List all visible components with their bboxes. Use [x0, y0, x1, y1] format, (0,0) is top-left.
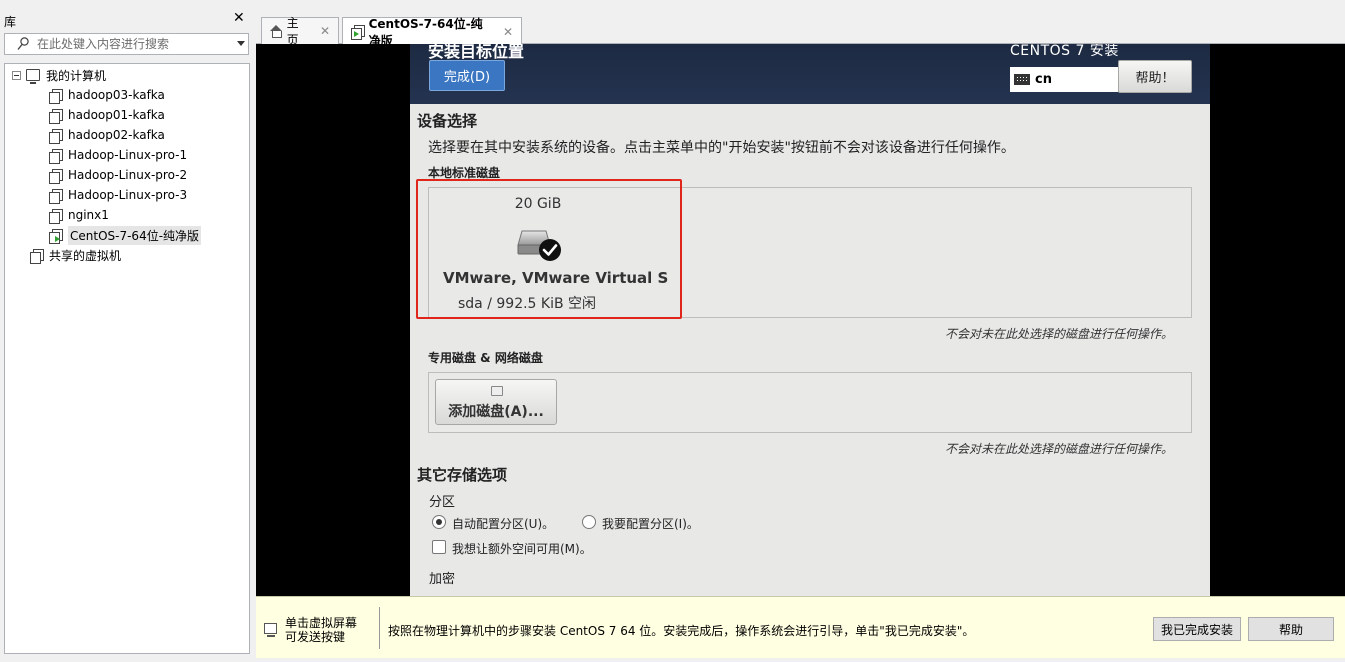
installer-body: 设备选择 选择要在其中安装系统的设备。点击主菜单中的"开始安装"按钮前不会对该设…	[410, 104, 1210, 596]
tree-item-label: Hadoop-Linux-pro-1	[68, 148, 188, 162]
partition-title: 分区	[429, 495, 456, 510]
special-disk-note: 不会对未在此处选择的磁盘进行任何操作。	[945, 442, 1174, 456]
monitor-icon	[264, 623, 277, 637]
disk-size: 20 GiB	[514, 196, 562, 212]
tab-close-icon[interactable]: ✕	[320, 24, 330, 38]
send-keys-hint: 单击虚拟屏幕 可发送按键	[285, 616, 358, 644]
search-dropdown-icon[interactable]	[237, 41, 245, 46]
running-vm-icon	[49, 228, 63, 244]
tree-item-shared-vms[interactable]: 共享的虚拟机	[30, 245, 121, 265]
vm-icon	[351, 25, 365, 40]
keyboard-layout-indicator[interactable]: cn	[1010, 67, 1118, 92]
unselected-disk-note: 不会对未在此处选择的磁盘进行任何操作。	[945, 327, 1174, 341]
disk-name: VMware, VMware Virtual S	[443, 269, 669, 287]
extra-space-label[interactable]: 我想让额外空间可用(M)。	[452, 540, 592, 557]
installer-header: 安装目标位置 完成(D) CENTOS 7 安装 cn 帮助！	[410, 44, 1210, 104]
home-icon	[270, 25, 282, 38]
tab-home[interactable]: 主页 ✕	[261, 16, 339, 47]
tree-item-vm[interactable]: hadoop01-kafka	[49, 105, 165, 125]
product-label: CENTOS 7 安装	[1010, 44, 1119, 59]
install-hint-bar: 单击虚拟屏幕 可发送按键 按照在物理计算机中的步骤安装 CentOS 7 64 …	[256, 596, 1345, 658]
partition-manual-radio[interactable]	[582, 515, 596, 529]
tree-item-vm[interactable]: Hadoop-Linux-pro-1	[49, 145, 187, 165]
library-panel: 库 ✕ 我的计算机 hadoop03-kafka hadoop01-kafka …	[0, 0, 252, 662]
vm-icon	[49, 148, 63, 164]
library-close-icon[interactable]: ✕	[233, 10, 245, 26]
tree-item-label: Hadoop-Linux-pro-3	[68, 188, 188, 202]
partition-auto-radio[interactable]	[432, 515, 446, 529]
status-bar	[0, 658, 1345, 662]
tab-close-icon[interactable]: ✕	[503, 25, 513, 39]
vm-icon	[49, 188, 63, 204]
vm-icon	[49, 208, 63, 224]
keyboard-layout-label: cn	[1035, 72, 1052, 87]
vm-screen[interactable]: 安装目标位置 完成(D) CENTOS 7 安装 cn 帮助！ 设备选择 选择要…	[256, 44, 1345, 596]
disk-icon	[491, 386, 503, 396]
hint-help-button[interactable]: 帮助	[1248, 617, 1334, 641]
shared-vm-icon	[30, 248, 44, 264]
tree-item-my-computer[interactable]: 我的计算机	[12, 65, 106, 85]
encryption-title: 加密	[429, 572, 456, 587]
tree-item-vm[interactable]: Hadoop-Linux-pro-3	[49, 185, 187, 205]
library-tree: 我的计算机 hadoop03-kafka hadoop01-kafka hado…	[4, 63, 250, 654]
tree-item-label: hadoop02-kafka	[68, 128, 165, 142]
tree-item-vm[interactable]: hadoop02-kafka	[49, 125, 165, 145]
search-input[interactable]	[37, 36, 227, 52]
device-description: 选择要在其中安装系统的设备。点击主菜单中的"开始安装"按钮前不会对该设备进行任何…	[428, 140, 1015, 156]
installer-window: 安装目标位置 完成(D) CENTOS 7 安装 cn 帮助！ 设备选择 选择要…	[410, 44, 1210, 596]
computer-icon	[26, 69, 40, 84]
done-button[interactable]: 完成(D)	[429, 60, 505, 91]
hint-divider	[379, 607, 380, 649]
library-title: 库	[4, 15, 17, 29]
tree-item-label: hadoop01-kafka	[68, 108, 165, 122]
vm-icon	[49, 108, 63, 124]
disk-info: sda / 992.5 KiB 空闲	[458, 296, 597, 312]
keyboard-icon	[1014, 74, 1030, 85]
partition-manual-label[interactable]: 我要配置分区(I)。	[602, 515, 699, 532]
library-header: 库 ✕	[0, 10, 252, 32]
tree-item-label: 共享的虚拟机	[49, 248, 122, 263]
special-disks-title: 专用磁盘 & 网络磁盘	[428, 351, 543, 365]
add-disk-button[interactable]: 添加磁盘(A)...	[435, 379, 557, 425]
tree-item-label: hadoop03-kafka	[68, 88, 165, 102]
vm-icon	[49, 128, 63, 144]
partition-auto-label[interactable]: 自动配置分区(U)。	[452, 515, 554, 532]
search-icon	[17, 37, 29, 50]
tree-item-vm[interactable]: hadoop03-kafka	[49, 85, 165, 105]
hint-message: 按照在物理计算机中的步骤安装 CentOS 7 64 位。安装完成后，操作系统会…	[388, 624, 975, 638]
library-search-box[interactable]	[4, 33, 249, 55]
special-disk-area: 添加磁盘(A)...	[428, 372, 1192, 433]
finish-install-button[interactable]: 我已完成安装	[1153, 617, 1241, 641]
tree-item-label: Hadoop-Linux-pro-2	[68, 168, 188, 182]
other-options-title: 其它存储选项	[417, 466, 508, 484]
play-icon	[55, 235, 60, 242]
installer-help-button[interactable]: 帮助！	[1118, 60, 1192, 93]
hard-disk-icon	[517, 230, 561, 261]
add-disk-label: 添加磁盘(A)...	[448, 404, 544, 420]
vm-icon	[49, 88, 63, 104]
extra-space-checkbox[interactable]	[432, 540, 446, 554]
tree-item-label: nginx1	[68, 208, 109, 222]
tab-centos-vm[interactable]: CentOS-7-64位-纯净版 ✕	[342, 17, 522, 48]
play-icon	[354, 31, 359, 37]
tree-item-vm[interactable]: nginx1	[49, 205, 109, 225]
disk-sda-card[interactable]: 20 GiB VMware, VMware Virtual S sda / 99…	[416, 179, 682, 319]
vm-icon	[49, 168, 63, 184]
collapse-icon[interactable]	[12, 70, 21, 80]
tree-item-vm[interactable]: Hadoop-Linux-pro-2	[49, 165, 187, 185]
tab-label: 主页	[286, 16, 299, 47]
tree-item-vm-selected[interactable]: CentOS-7-64位-纯净版	[49, 225, 202, 245]
tree-item-label: 我的计算机	[46, 68, 107, 83]
tab-bar: 主页 ✕ CentOS-7-64位-纯净版 ✕	[256, 10, 1345, 48]
tree-item-label: CentOS-7-64位-纯净版	[68, 225, 202, 245]
device-section-title: 设备选择	[417, 112, 478, 130]
